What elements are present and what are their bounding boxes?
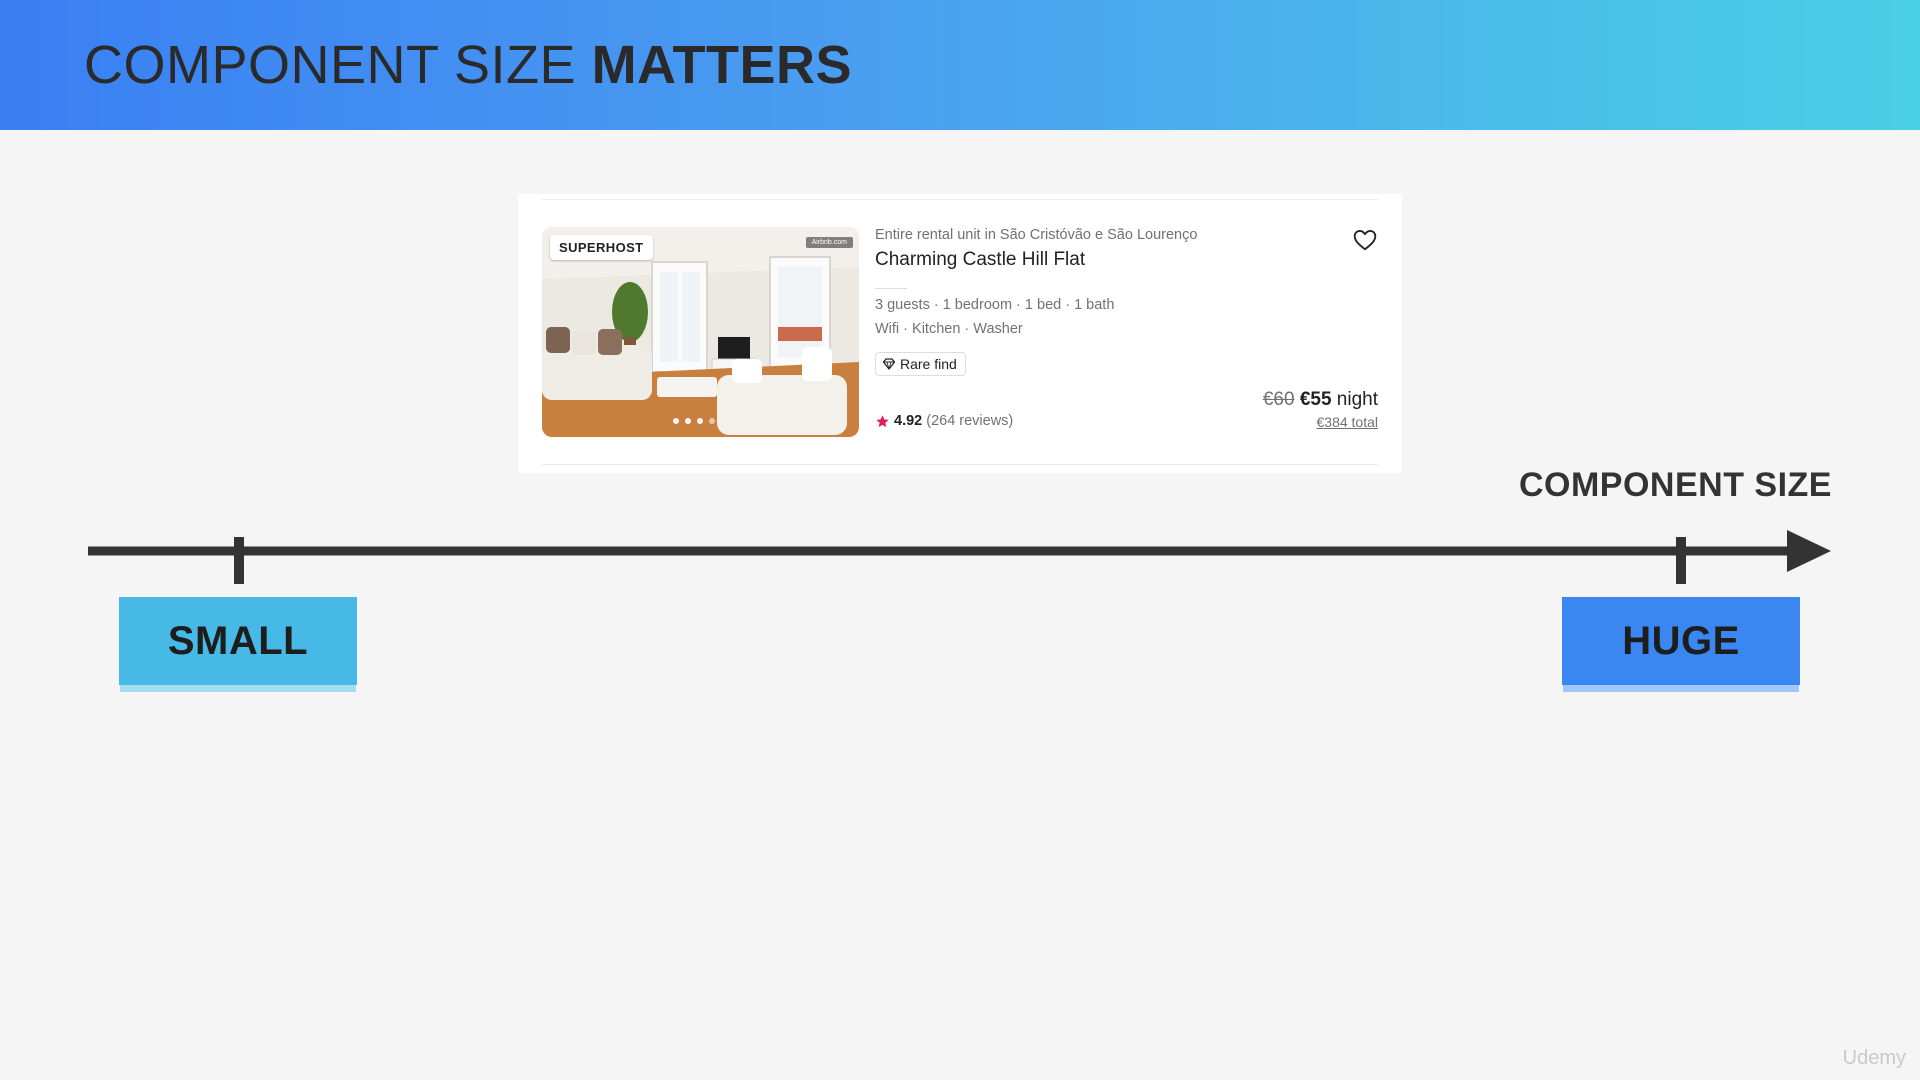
size-label-small: SMALL	[119, 597, 357, 685]
axis-tick-small	[234, 537, 244, 584]
carousel-dot[interactable]	[685, 418, 691, 424]
total-price-link[interactable]: €384 total	[1317, 414, 1379, 430]
listing-photo[interactable]: SUPERHOST Airbnb.com	[542, 227, 859, 437]
listing-specs: 3 guests · 1 bedroom · 1 bed · 1 bath	[875, 297, 1115, 313]
price-line: €60 €55 night	[1263, 389, 1378, 411]
arrow-right-icon	[1787, 530, 1831, 572]
carousel-dot[interactable]	[697, 418, 703, 424]
listing-subtitle: Entire rental unit in São Cristóvão e Sã…	[875, 227, 1198, 243]
carousel-dot[interactable]	[673, 418, 679, 424]
listing-rating: 4.92 (264 reviews)	[875, 413, 1013, 429]
size-axis	[88, 530, 1831, 584]
price-unit: night	[1336, 389, 1378, 410]
star-icon	[876, 414, 889, 427]
new-price: €55	[1299, 389, 1332, 410]
short-divider	[875, 288, 907, 289]
size-label-huge: HUGE	[1562, 597, 1800, 685]
photo-watermark: Airbnb.com	[805, 237, 853, 248]
listing-info: Entire rental unit in São Cristóvão e Sã…	[875, 227, 1378, 437]
carousel-dots[interactable]	[673, 418, 715, 424]
listing-card[interactable]: SUPERHOST Airbnb.com Entire rental unit …	[518, 194, 1402, 473]
rating-value: 4.92	[894, 413, 923, 429]
carousel-dot[interactable]	[709, 418, 715, 424]
slide-title-regular: COMPONENT SIZE	[84, 35, 577, 95]
old-price: €60	[1262, 389, 1295, 410]
review-count: (264 reviews)	[926, 413, 1014, 429]
listing-amenities: Wifi · Kitchen · Washer	[875, 321, 1023, 337]
rare-find-tag: Rare find	[875, 352, 966, 376]
diamond-icon	[883, 358, 895, 370]
rare-find-label: Rare find	[900, 356, 957, 372]
listing-title[interactable]: Charming Castle Hill Flat	[875, 249, 1085, 271]
superhost-badge: SUPERHOST	[550, 235, 653, 260]
card-top-divider	[542, 199, 1378, 200]
axis-tick-huge	[1676, 537, 1686, 584]
header-banner: COMPONENT SIZE MATTERS	[0, 0, 1920, 130]
axis-title: COMPONENT SIZE	[1518, 466, 1832, 504]
udemy-watermark: Udemy	[1842, 1047, 1906, 1069]
card-bottom-divider	[542, 464, 1378, 465]
slide-title: COMPONENT SIZE MATTERS	[84, 34, 852, 96]
heart-outline-icon[interactable]	[1352, 227, 1378, 253]
slide-title-bold: MATTERS	[591, 35, 853, 95]
